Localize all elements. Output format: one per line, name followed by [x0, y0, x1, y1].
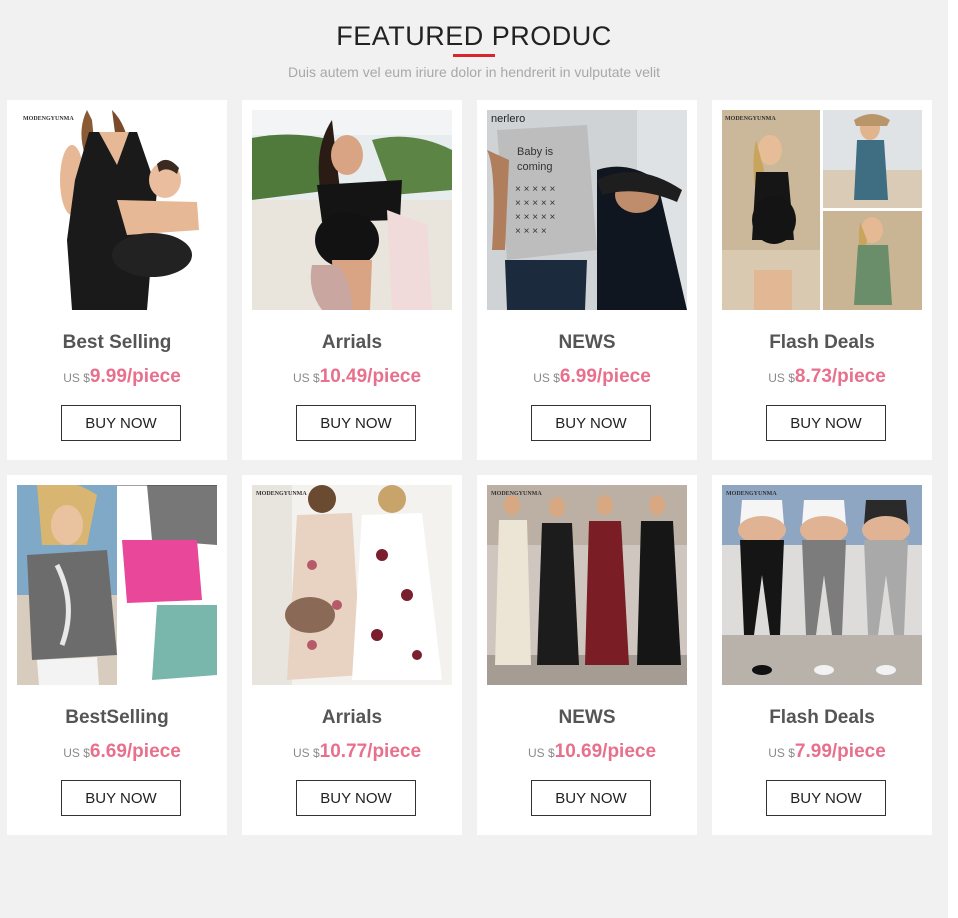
buy-now-button[interactable]: BUY NOW — [531, 780, 651, 816]
product-card[interactable]: MODENGYUNMA Flash Deals US $7.99/piece B… — [712, 475, 932, 835]
section-title: FEATURED PRODUC — [336, 21, 612, 51]
product-name: BestSelling — [65, 707, 169, 728]
svg-text:MODENGYUNMA: MODENGYUNMA — [256, 491, 307, 497]
price-value: 10.49/piece — [319, 366, 422, 387]
svg-text:coming: coming — [517, 161, 552, 173]
product-name: Arrials — [321, 707, 383, 728]
currency-label: US $ — [768, 746, 795, 760]
featured-products-section: FEATURED PRODUC Duis autem vel eum iriur… — [0, 0, 948, 918]
svg-text:MODENGYUNMA: MODENGYUNMA — [726, 491, 777, 497]
buy-now-button[interactable]: BUY NOW — [61, 780, 181, 816]
product-image[interactable] — [17, 485, 217, 685]
price-value: 6.99/piece — [559, 366, 651, 387]
maternity-swimwear-collage: MODENGYUNMA — [722, 110, 922, 310]
product-image[interactable] — [252, 110, 452, 310]
currency-label: US $ — [768, 371, 795, 385]
svg-text:× × × × ×: × × × × × — [515, 184, 555, 195]
product-card[interactable]: nerlero Baby is coming × × × × × × × × ×… — [477, 100, 697, 460]
feather-print-tees-photo — [17, 485, 217, 685]
price-row: US $6.99/piece — [477, 365, 707, 390]
floral-maxi-dress-photo: MODENGYUNMA — [252, 485, 452, 685]
buy-now-button[interactable]: BUY NOW — [296, 780, 416, 816]
svg-text:MODENGYUNMA: MODENGYUNMA — [491, 491, 542, 497]
buy-now-button[interactable]: BUY NOW — [766, 405, 886, 441]
buy-now-button[interactable]: BUY NOW — [296, 405, 416, 441]
svg-text:MODENGYUNMA: MODENGYUNMA — [23, 116, 74, 122]
product-name: Arrials — [321, 332, 383, 353]
svg-text:MODENGYUNMA: MODENGYUNMA — [725, 116, 776, 122]
price-value: 8.73/piece — [794, 366, 886, 387]
price-row: US $9.99/piece — [7, 365, 237, 390]
currency-label: US $ — [292, 371, 320, 385]
currency-label: US $ — [63, 371, 90, 385]
buy-now-button[interactable]: BUY NOW — [766, 780, 886, 816]
product-image[interactable]: MODENGYUNMA — [722, 485, 922, 685]
product-image[interactable]: MODENGYUNMA — [252, 485, 452, 685]
product-name: Flash Deals — [769, 707, 875, 728]
svg-text:Baby is: Baby is — [517, 146, 554, 158]
price-value: 10.69/piece — [554, 741, 657, 762]
product-card[interactable]: Arrials US $10.49/piece BUY NOW — [242, 100, 462, 460]
section-subtitle: Duis autem vel eum iriure dolor in hendr… — [288, 64, 660, 80]
product-image[interactable]: nerlero Baby is coming × × × × × × × × ×… — [487, 110, 687, 310]
price-value: 10.77/piece — [319, 741, 422, 762]
product-card[interactable]: MODENGYUNMA Best Selling US $9.99/piece … — [7, 100, 227, 460]
beach-swimsuit-photo — [252, 110, 452, 310]
currency-label: US $ — [533, 371, 560, 385]
product-image[interactable]: MODENGYUNMA — [487, 485, 687, 685]
svg-text:× × × × ×: × × × × × — [515, 198, 555, 209]
price-value: 9.99/piece — [89, 366, 181, 387]
currency-label: US $ — [63, 746, 90, 760]
price-row: US $8.73/piece — [712, 365, 942, 390]
price-row: US $6.69/piece — [7, 740, 237, 765]
jumpsuits-photo: MODENGYUNMA — [487, 485, 687, 685]
price-row: US $10.77/piece — [242, 740, 472, 765]
svg-text:× × × ×: × × × × — [515, 226, 547, 237]
product-card[interactable]: MODENGYUNMA Arrials US $10.77/piece BUY … — [242, 475, 462, 835]
currency-label: US $ — [527, 746, 555, 760]
baby-coming-tee-photo: nerlero Baby is coming × × × × × × × × ×… — [487, 110, 687, 310]
svg-text:× × × × ×: × × × × × — [515, 212, 555, 223]
product-name: NEWS — [558, 332, 616, 353]
product-name: NEWS — [558, 707, 616, 728]
product-image[interactable]: MODENGYUNMA — [722, 110, 922, 310]
currency-label: US $ — [292, 746, 320, 760]
price-row: US $10.69/piece — [477, 740, 707, 765]
price-row: US $7.99/piece — [712, 740, 942, 765]
product-name: Best Selling — [62, 332, 172, 353]
buy-now-button[interactable]: BUY NOW — [61, 405, 181, 441]
buy-now-button[interactable]: BUY NOW — [531, 405, 651, 441]
price-value: 7.99/piece — [794, 741, 886, 762]
product-card[interactable]: MODENGYUNMA Flash Deals US $8.73/piece B… — [712, 100, 932, 460]
nursing-dress-photo: MODENGYUNMA — [17, 110, 217, 310]
price-value: 6.69/piece — [89, 741, 181, 762]
title-underline — [453, 54, 495, 57]
price-row: US $10.49/piece — [242, 365, 472, 390]
section-header: FEATURED PRODUC Duis autem vel eum iriur… — [0, 20, 948, 81]
product-card[interactable]: BestSelling US $6.69/piece BUY NOW — [7, 475, 227, 835]
product-card[interactable]: MODENGYUNMA NEWS US $10.69/piece BUY NOW — [477, 475, 697, 835]
svg-text:nerlero: nerlero — [491, 113, 525, 125]
product-name: Flash Deals — [769, 332, 875, 353]
product-image[interactable]: MODENGYUNMA — [17, 110, 217, 310]
maternity-leggings-photo: MODENGYUNMA — [722, 485, 922, 685]
